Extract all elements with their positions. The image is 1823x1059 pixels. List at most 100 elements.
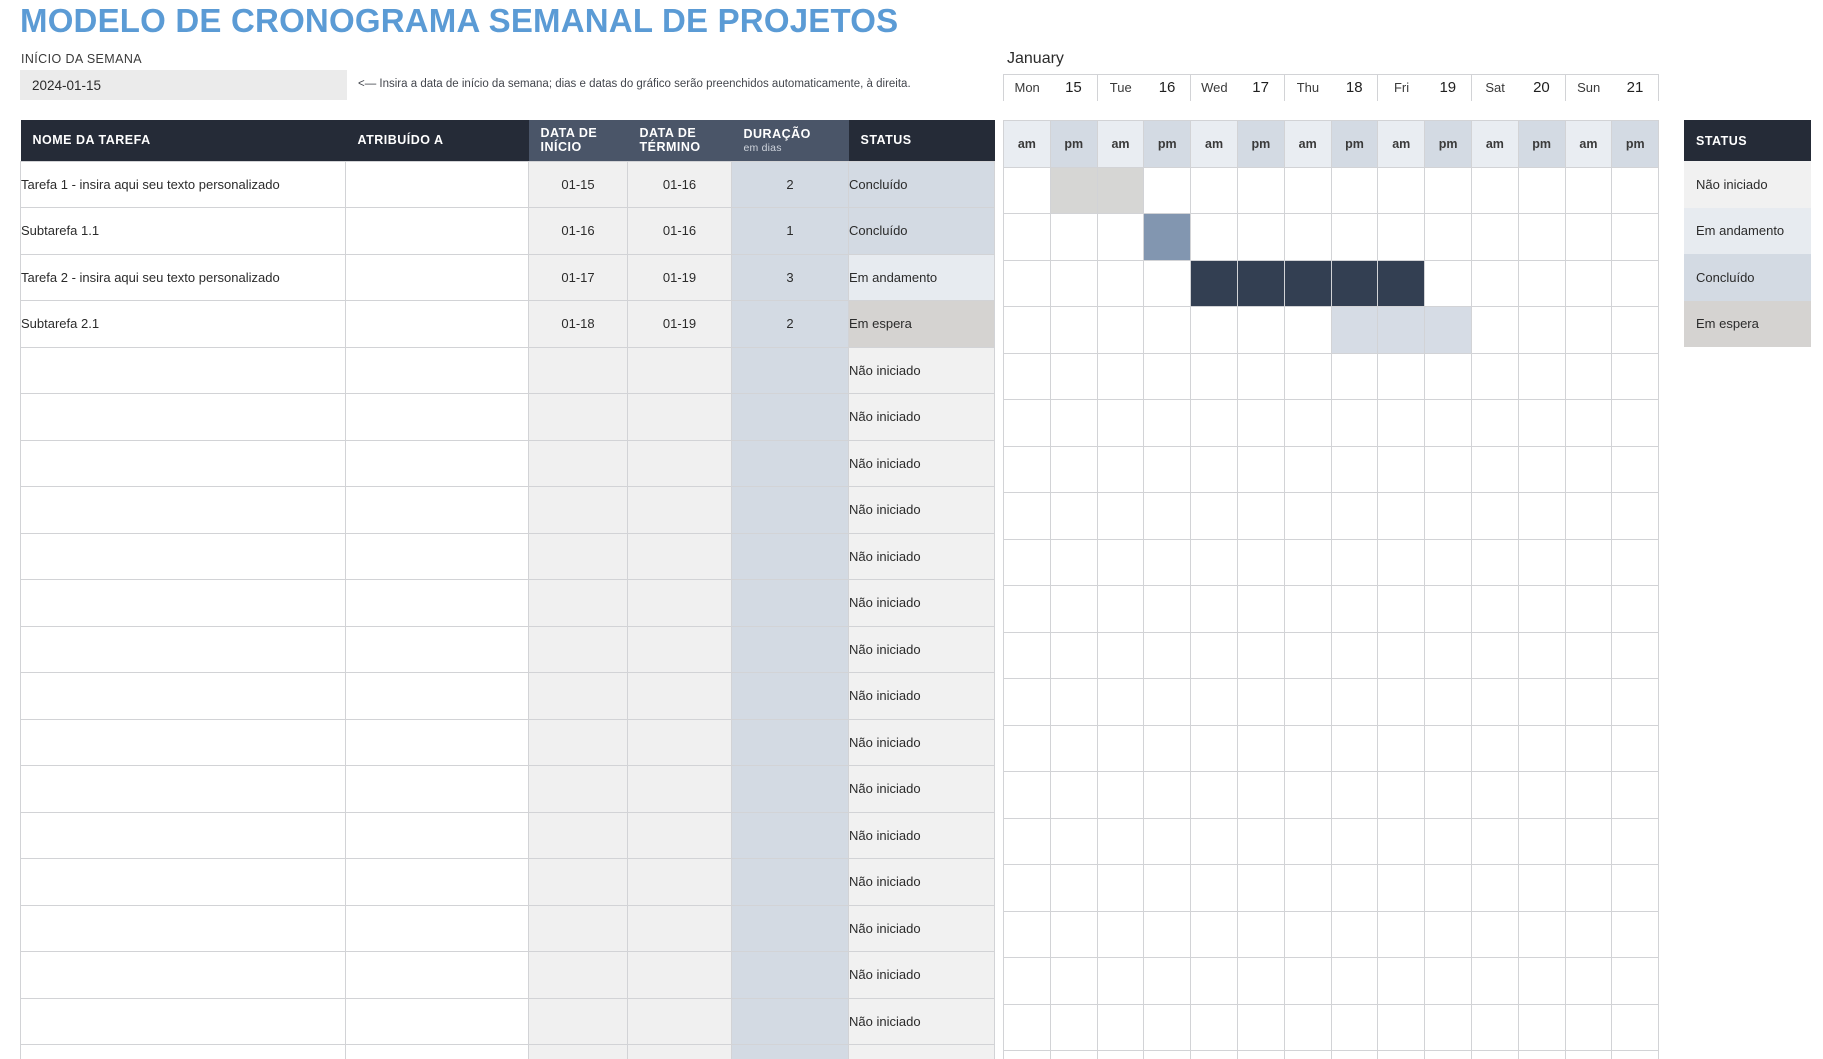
gantt-empty-cell[interactable]: [1470, 1003, 1519, 1051]
cell-end-date[interactable]: [627, 1044, 732, 1059]
gantt-empty-cell[interactable]: [1470, 631, 1519, 679]
gantt-empty-cell[interactable]: [1517, 1003, 1566, 1051]
gantt-empty-cell[interactable]: [1236, 492, 1285, 540]
gantt-empty-cell[interactable]: [1564, 585, 1613, 633]
gantt-empty-cell[interactable]: [1564, 306, 1613, 354]
gantt-bar-cell[interactable]: [1377, 259, 1426, 307]
gantt-empty-cell[interactable]: [1330, 492, 1379, 540]
gantt-empty-cell[interactable]: [1236, 817, 1285, 865]
gantt-empty-cell[interactable]: [1564, 910, 1613, 958]
cell-status[interactable]: Em andamento: [848, 253, 995, 301]
gantt-empty-cell[interactable]: [1424, 352, 1472, 400]
gantt-empty-cell[interactable]: [1517, 585, 1566, 633]
gantt-empty-cell[interactable]: [1470, 306, 1519, 354]
gantt-empty-cell[interactable]: [1377, 538, 1426, 586]
cell-start-date[interactable]: [528, 625, 628, 673]
gantt-empty-cell[interactable]: [1330, 817, 1379, 865]
gantt-empty-cell[interactable]: [1003, 306, 1051, 354]
gantt-empty-cell[interactable]: [1049, 352, 1098, 400]
gantt-bar-cell[interactable]: [1096, 166, 1145, 214]
gantt-empty-cell[interactable]: [1377, 213, 1426, 261]
gantt-empty-cell[interactable]: [1377, 631, 1426, 679]
gantt-empty-cell[interactable]: [1330, 910, 1379, 958]
cell-end-date[interactable]: [627, 904, 732, 952]
gantt-empty-cell[interactable]: [1096, 771, 1145, 819]
gantt-empty-cell[interactable]: [1049, 445, 1098, 493]
gantt-empty-cell[interactable]: [1517, 771, 1566, 819]
gantt-empty-cell[interactable]: [1470, 910, 1519, 958]
cell-task-name[interactable]: [20, 765, 346, 813]
cell-assigned-to[interactable]: [345, 253, 529, 301]
gantt-empty-cell[interactable]: [1096, 724, 1145, 772]
cell-start-date[interactable]: [528, 765, 628, 813]
cell-assigned-to[interactable]: [345, 858, 529, 906]
gantt-empty-cell[interactable]: [1470, 864, 1519, 912]
gantt-empty-cell[interactable]: [1611, 724, 1660, 772]
gantt-empty-cell[interactable]: [1611, 492, 1660, 540]
cell-assigned-to[interactable]: [345, 904, 529, 952]
cell-end-date[interactable]: [627, 439, 732, 487]
gantt-empty-cell[interactable]: [1611, 445, 1660, 493]
gantt-empty-cell[interactable]: [1611, 259, 1660, 307]
gantt-empty-cell[interactable]: [1283, 631, 1332, 679]
gantt-empty-cell[interactable]: [1377, 492, 1426, 540]
cell-assigned-to[interactable]: [345, 997, 529, 1045]
cell-assigned-to[interactable]: [345, 346, 529, 394]
cell-status[interactable]: Não iniciado: [848, 718, 995, 766]
gantt-empty-cell[interactable]: [1611, 399, 1660, 447]
gantt-empty-cell[interactable]: [1470, 352, 1519, 400]
gantt-empty-cell[interactable]: [1564, 538, 1613, 586]
gantt-empty-cell[interactable]: [1330, 1003, 1379, 1051]
gantt-empty-cell[interactable]: [1330, 352, 1379, 400]
cell-task-name[interactable]: Tarefa 2 - insira aqui seu texto persona…: [20, 253, 346, 301]
gantt-empty-cell[interactable]: [1190, 631, 1238, 679]
gantt-empty-cell[interactable]: [1283, 864, 1332, 912]
cell-assigned-to[interactable]: [345, 300, 529, 348]
gantt-empty-cell[interactable]: [1236, 213, 1285, 261]
gantt-empty-cell[interactable]: [1283, 538, 1332, 586]
cell-start-date[interactable]: 01-17: [528, 253, 628, 301]
cell-task-name[interactable]: [20, 904, 346, 952]
gantt-empty-cell[interactable]: [1377, 166, 1426, 214]
gantt-empty-cell[interactable]: [1003, 1050, 1051, 1059]
gantt-empty-cell[interactable]: [1049, 817, 1098, 865]
gantt-empty-cell[interactable]: [1003, 724, 1051, 772]
cell-task-name[interactable]: [20, 346, 346, 394]
gantt-empty-cell[interactable]: [1003, 399, 1051, 447]
gantt-empty-cell[interactable]: [1517, 910, 1566, 958]
gantt-empty-cell[interactable]: [1611, 771, 1660, 819]
gantt-empty-cell[interactable]: [1611, 538, 1660, 586]
cell-assigned-to[interactable]: [345, 532, 529, 580]
cell-status[interactable]: Não iniciado: [848, 579, 995, 627]
gantt-empty-cell[interactable]: [1611, 957, 1660, 1005]
week-start-input[interactable]: 2024-01-15: [20, 70, 347, 100]
cell-status[interactable]: Não iniciado: [848, 1044, 995, 1059]
cell-status[interactable]: Não iniciado: [848, 904, 995, 952]
gantt-empty-cell[interactable]: [1424, 399, 1472, 447]
cell-start-date[interactable]: [528, 904, 628, 952]
gantt-empty-cell[interactable]: [1470, 492, 1519, 540]
gantt-empty-cell[interactable]: [1377, 1050, 1426, 1059]
cell-status[interactable]: Não iniciado: [848, 951, 995, 999]
cell-task-name[interactable]: [20, 486, 346, 534]
cell-end-date[interactable]: 01-16: [627, 207, 732, 255]
gantt-empty-cell[interactable]: [1424, 724, 1472, 772]
gantt-empty-cell[interactable]: [1283, 306, 1332, 354]
gantt-empty-cell[interactable]: [1330, 678, 1379, 726]
gantt-empty-cell[interactable]: [1283, 817, 1332, 865]
gantt-empty-cell[interactable]: [1424, 631, 1472, 679]
gantt-empty-cell[interactable]: [1096, 492, 1145, 540]
cell-start-date[interactable]: [528, 532, 628, 580]
gantt-empty-cell[interactable]: [1330, 864, 1379, 912]
gantt-empty-cell[interactable]: [1190, 1003, 1238, 1051]
cell-assigned-to[interactable]: [345, 160, 529, 208]
gantt-empty-cell[interactable]: [1470, 771, 1519, 819]
cell-start-date[interactable]: [528, 858, 628, 906]
gantt-empty-cell[interactable]: [1564, 771, 1613, 819]
gantt-empty-cell[interactable]: [1283, 957, 1332, 1005]
gantt-empty-cell[interactable]: [1564, 1003, 1613, 1051]
gantt-empty-cell[interactable]: [1236, 352, 1285, 400]
cell-status[interactable]: Não iniciado: [848, 486, 995, 534]
gantt-empty-cell[interactable]: [1564, 957, 1613, 1005]
gantt-empty-cell[interactable]: [1190, 771, 1238, 819]
